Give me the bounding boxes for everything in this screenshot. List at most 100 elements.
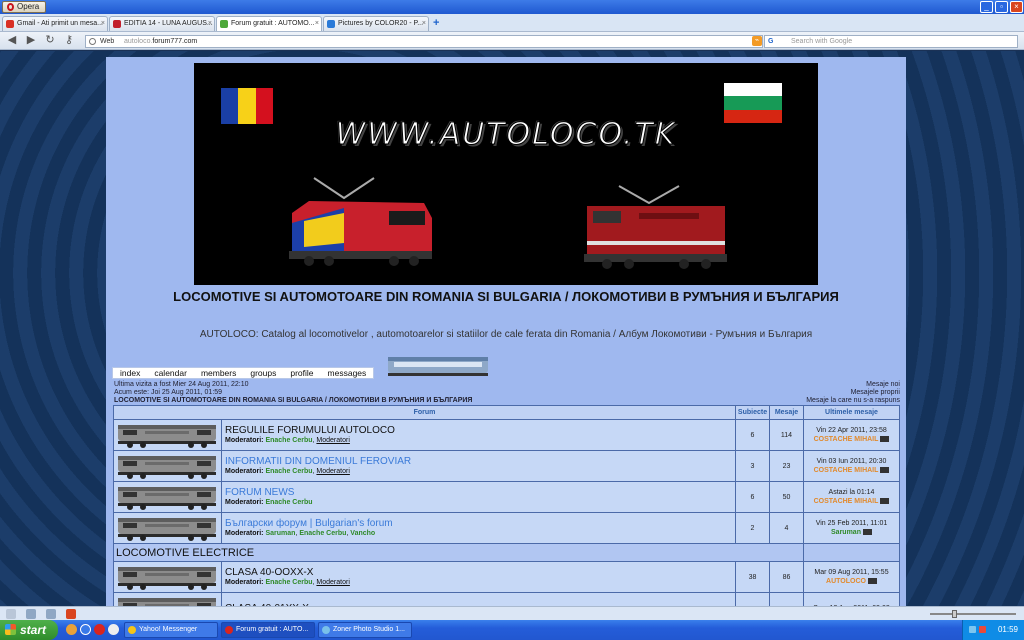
key-icon[interactable]: ⚷ xyxy=(62,34,76,47)
moderators-group-link[interactable]: Moderatori xyxy=(316,437,349,444)
header-subjects: Subiecte xyxy=(735,405,770,420)
forum-link[interactable]: Български форум | Bulgarian's forum xyxy=(225,518,732,529)
moderator-link[interactable]: Saruman xyxy=(265,530,295,537)
tab-label: Gmail - Ati primit un mesa... xyxy=(17,20,103,27)
breadcrumb[interactable]: LOCOMOTIVE SI AUTOMOTOARE DIN ROMANIA SI… xyxy=(114,397,472,404)
tab-pictures[interactable]: Pictures by COLOR20 - P... × xyxy=(323,16,429,31)
moderator-link[interactable]: Enache Cerbu xyxy=(265,499,312,506)
last-poster[interactable]: Saruman xyxy=(831,529,861,536)
forum-row: CLASA 40-OOXX-X Moderatori: Enache Cerbu,… xyxy=(113,561,900,593)
last-post-cell: Vin 03 Iun 2011, 20:30 COSTACHE MIHAIL xyxy=(803,450,900,482)
taskbar-opera[interactable]: Forum gratuit : AUTO... xyxy=(221,622,315,638)
messages-count: 23 xyxy=(769,450,804,482)
moderator-link[interactable]: Enache Cerbu xyxy=(265,468,312,475)
moderators-group-link[interactable]: Moderatori xyxy=(316,579,349,586)
goto-last-post-icon[interactable] xyxy=(862,529,872,536)
moderators-label: Moderatori: xyxy=(225,530,264,537)
menu-groups[interactable]: groups xyxy=(243,368,283,378)
category-row: LOCOMOTIVE ELECTRICE xyxy=(113,543,900,562)
romanian-locomotive-image xyxy=(289,177,432,266)
tab-forum[interactable]: Forum gratuit : AUTOMO... × xyxy=(216,16,322,31)
address-bar[interactable]: Web autoloco.forum777.com xyxy=(85,35,763,48)
panel-toggle-icon[interactable] xyxy=(6,609,16,619)
new-tab-icon[interactable]: + xyxy=(433,17,443,29)
tab-close-icon[interactable]: × xyxy=(422,17,426,30)
start-button[interactable]: start xyxy=(0,620,58,640)
goto-last-post-icon[interactable] xyxy=(880,467,890,474)
tab-close-icon[interactable]: × xyxy=(315,17,319,30)
zoom-slider-knob[interactable] xyxy=(952,610,957,618)
last-poster[interactable]: COSTACHE MIHAIL xyxy=(814,498,879,505)
ie-icon[interactable] xyxy=(80,624,91,635)
forum-page: WWW.AUTOLOCO.TK LOCOMOTIVE SI AUTOMOTOAR… xyxy=(106,57,906,606)
tab-gmail[interactable]: Gmail - Ati primit un mesa... × xyxy=(2,16,108,31)
opera-link-icon[interactable] xyxy=(66,609,76,619)
goto-last-post-icon[interactable] xyxy=(880,498,890,505)
moderator-link[interactable]: Enache Cerbu xyxy=(299,530,346,537)
new-messages-link[interactable]: Mesaje noi xyxy=(806,381,900,389)
tab-label: EDITIA 14 - LUNA AUGUS... xyxy=(124,20,213,27)
forum-row: INFORMATII DIN DOMENIUL FEROVIAR Moderato… xyxy=(113,450,900,482)
network-icon[interactable] xyxy=(969,626,976,633)
goto-last-post-icon[interactable] xyxy=(867,578,877,585)
forward-icon[interactable]: ▶ xyxy=(24,34,38,47)
tab-close-icon[interactable]: × xyxy=(208,17,212,30)
navigation-bar: ◀ ▶ ↻ ⚷ Web autoloco.forum777.com ⌁ G Se… xyxy=(0,32,1024,50)
reload-icon[interactable]: ↻ xyxy=(43,34,57,47)
firefox-icon[interactable] xyxy=(66,624,77,635)
current-time: Acum este: Joi 25 Aug 2011, 01:59 xyxy=(114,389,223,396)
moderator-link[interactable]: Enache Cerbu xyxy=(265,437,312,444)
last-post-cell: Sam 13 Aug 2011, 09:02 xyxy=(803,592,900,606)
last-poster[interactable]: AUTOLOCO xyxy=(826,578,866,585)
opera-menu-button[interactable]: Opera xyxy=(2,1,47,13)
last-poster[interactable]: COSTACHE MIHAIL xyxy=(814,467,879,474)
last-poster[interactable]: COSTACHE MIHAIL xyxy=(814,436,879,443)
taskbar-yahoo[interactable]: Yahoo! Messenger xyxy=(124,622,218,638)
locomotive-thumbnail xyxy=(118,517,216,541)
moderators-label: Moderatori: xyxy=(225,579,264,586)
taskbar-zoner[interactable]: Zoner Photo Studio 1... xyxy=(318,622,412,638)
messages-count: 50 xyxy=(769,481,804,513)
clock[interactable]: 01:59 xyxy=(998,625,1018,634)
media-icon[interactable] xyxy=(108,624,119,635)
last-post-cell: Vin 25 Feb 2011, 11:01 Saruman xyxy=(803,512,900,544)
moderators-group-link[interactable]: Moderatori xyxy=(316,468,349,475)
menu-profile[interactable]: profile xyxy=(283,368,320,378)
address-url: autoloco.forum777.com xyxy=(124,36,197,47)
unite-icon[interactable] xyxy=(26,609,36,619)
minimize-icon[interactable]: _ xyxy=(980,1,993,13)
header-messages: Mesaje xyxy=(769,405,804,420)
search-input[interactable]: G Search with Google xyxy=(764,35,1018,48)
goto-last-post-icon[interactable] xyxy=(880,436,890,443)
close-icon[interactable]: × xyxy=(1010,1,1023,13)
turbo-icon[interactable] xyxy=(46,609,56,619)
forum-link[interactable]: INFORMATII DIN DOMENIUL FEROVIAR xyxy=(225,456,732,467)
menu-index[interactable]: index xyxy=(113,368,147,378)
forum-link[interactable]: REGULILE FORUMULUI AUTOLOCO xyxy=(225,425,732,436)
quick-links: Mesaje noi Mesajele proprii Mesaje la ca… xyxy=(806,381,900,405)
maximize-icon[interactable]: ▫ xyxy=(995,1,1008,13)
moderator-link[interactable]: Vancho xyxy=(350,530,375,537)
menu-calendar[interactable]: calendar xyxy=(147,368,194,378)
security-icon[interactable] xyxy=(979,626,986,633)
rss-icon[interactable]: ⌁ xyxy=(752,36,762,46)
back-icon[interactable]: ◀ xyxy=(5,34,19,47)
zoom-slider[interactable] xyxy=(930,613,1016,615)
forum-image-cell xyxy=(113,419,222,451)
forum-link[interactable]: FORUM NEWS xyxy=(225,487,732,498)
tab-editia[interactable]: EDITIA 14 - LUNA AUGUS... × xyxy=(109,16,215,31)
own-messages-link[interactable]: Mesajele proprii xyxy=(806,389,900,397)
category-title[interactable]: LOCOMOTIVE ELECTRICE xyxy=(113,543,804,562)
moderator-link[interactable]: Enache Cerbu xyxy=(265,579,312,586)
last-post-cell: Mar 09 Aug 2011, 15:55 AUTOLOCO xyxy=(803,561,900,593)
forum-link[interactable]: CLASA 40-OOXX-X xyxy=(225,567,732,578)
opera-icon[interactable] xyxy=(94,624,105,635)
menu-members[interactable]: members xyxy=(194,368,243,378)
last-post-cell: Astazi la 01:14 COSTACHE MIHAIL xyxy=(803,481,900,513)
unanswered-link[interactable]: Mesaje la care nu s-a raspuns xyxy=(806,397,900,405)
photobucket-icon xyxy=(327,20,335,28)
locomotive-thumbnail xyxy=(118,486,216,510)
tab-close-icon[interactable]: × xyxy=(101,17,105,30)
menu-messages[interactable]: messages xyxy=(321,368,374,378)
moderators: Moderatori: Enache Cerbu, Moderatori xyxy=(225,579,350,586)
